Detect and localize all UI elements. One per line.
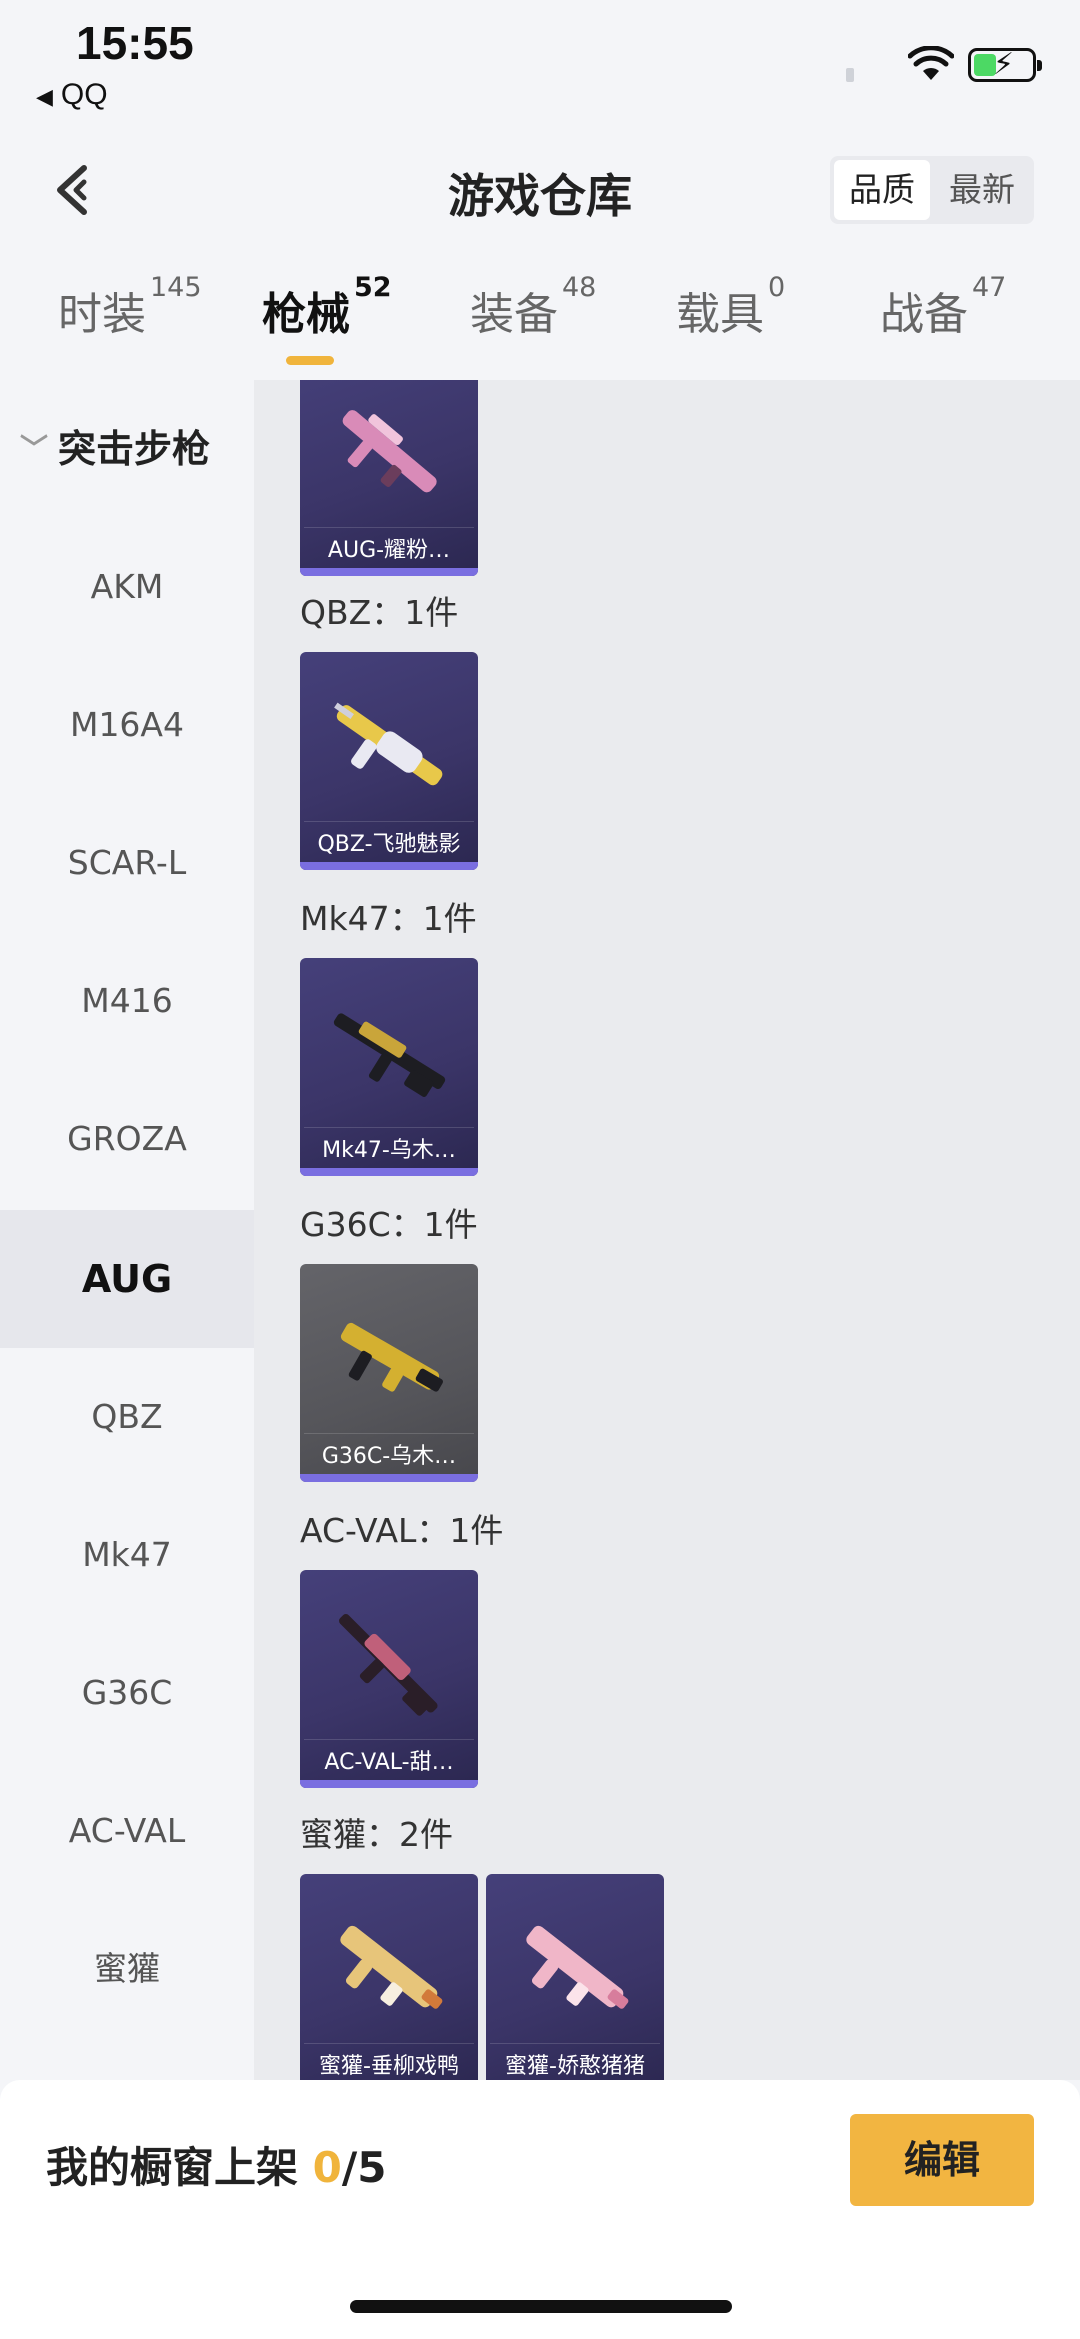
tab-firearms[interactable]: 枪械52 — [262, 272, 392, 342]
signal-icon — [846, 68, 854, 82]
sidebar-item-scar-l[interactable]: SCAR-L — [0, 794, 254, 932]
section-header-honey-badger: 蜜獾：2件 — [300, 1815, 453, 1854]
chevron-down-icon: ﹀ — [20, 432, 49, 465]
tab-supplies[interactable]: 战备47 — [880, 272, 1006, 342]
item-card[interactable]: 蜜獾-垂柳戏鸭 — [300, 1874, 478, 2080]
sort-toggle: 品质 最新 — [830, 156, 1034, 224]
sidebar-item-g36c[interactable]: G36C — [0, 1624, 254, 1762]
category-tabs: 时装145 枪械52 装备48 载具0 战备47 — [0, 272, 1080, 378]
sidebar-item-groza[interactable]: GROZA — [0, 1070, 254, 1208]
sidebar-item-aug[interactable]: AUG — [0, 1210, 254, 1348]
item-name: QBZ-飞驰魅影 — [317, 832, 461, 857]
home-indicator[interactable] — [350, 2300, 732, 2313]
section-header-qbz: QBZ：1件 — [300, 593, 459, 632]
status-bar: 15:55 ◀ QQ ⚡ — [0, 0, 1080, 130]
item-name: AUG-耀粉… — [327, 538, 451, 563]
sidebar-group-assault-rifles[interactable]: ﹀ 突击步枪 — [20, 418, 210, 473]
tab-vehicles[interactable]: 载具0 — [676, 272, 785, 342]
gun-icon — [339, 1614, 438, 1716]
sort-latest-button[interactable]: 最新 — [934, 160, 1030, 220]
tab-equipment[interactable]: 装备48 — [470, 272, 596, 342]
wifi-icon — [908, 46, 954, 80]
back-triangle-icon: ◀ — [36, 84, 53, 109]
edit-button[interactable]: 编辑 — [850, 2114, 1034, 2206]
item-card[interactable]: AC-VAL-甜… — [300, 1570, 478, 1788]
item-card[interactable]: QBZ-飞驰魅影 — [300, 652, 478, 870]
top-nav: 游戏仓库 品质 最新 — [0, 130, 1080, 250]
sidebar-item-honey-badger[interactable]: 蜜獾 — [0, 1900, 254, 2038]
sidebar-item-m16a4[interactable]: M16A4 — [0, 656, 254, 794]
sidebar-item-ac-val[interactable]: AC-VAL — [0, 1762, 254, 1900]
item-card[interactable]: Mk47-乌木… — [300, 958, 478, 1176]
showcase-status: 我的橱窗上架 0/5 — [46, 2143, 387, 2192]
item-name: G36C-乌木… — [321, 1444, 457, 1469]
gun-icon — [526, 1925, 629, 2009]
item-name: 蜜獾-娇憨猪猪 — [505, 2054, 645, 2079]
sidebar-item-m416[interactable]: M416 — [0, 932, 254, 1070]
item-card[interactable]: 蜜獾-娇憨猪猪 — [486, 1874, 664, 2080]
showcase-count: 0 — [312, 2143, 342, 2192]
gun-icon — [340, 1322, 443, 1392]
gun-icon — [340, 1925, 443, 2009]
sort-quality-button[interactable]: 品质 — [834, 160, 930, 220]
gun-icon — [334, 702, 443, 786]
section-header-g36c: G36C：1件 — [300, 1205, 478, 1244]
item-name: 蜜獾-垂柳戏鸭 — [319, 2054, 459, 2079]
item-name: Mk47-乌木… — [322, 1138, 456, 1163]
clock: 15:55 — [76, 17, 194, 69]
sidebar-item-mk47[interactable]: Mk47 — [0, 1486, 254, 1624]
section-header-ac-val: AC-VAL：1件 — [300, 1511, 504, 1550]
sidebar-item-qbz[interactable]: QBZ — [0, 1348, 254, 1486]
item-card[interactable]: G36C-乌木… — [300, 1264, 478, 1482]
sidebar-item-akm[interactable]: AKM — [0, 518, 254, 656]
section-header-mk47: Mk47：1件 — [300, 899, 477, 938]
weapon-list: AUG-耀粉… QBZ：1件 QBZ-飞驰魅影 Mk47：1件 Mk47-乌木…… — [254, 380, 1080, 2080]
back-app-label: QQ — [60, 78, 108, 111]
weapon-sidebar: ﹀ 突击步枪 AKM M16A4 SCAR-L M416 GROZA AUG QB… — [0, 380, 254, 2080]
tab-fashion[interactable]: 时装145 — [58, 272, 202, 342]
item-card[interactable]: AUG-耀粉… — [300, 380, 478, 576]
back-to-app-link[interactable]: ◀ QQ — [36, 78, 108, 112]
battery-icon: ⚡ — [968, 48, 1042, 82]
showcase-bar: 我的橱窗上架 0/5 编辑 — [0, 2080, 1080, 2339]
active-tab-indicator — [286, 356, 334, 365]
item-name: AC-VAL-甜… — [324, 1750, 454, 1775]
gun-icon — [333, 1013, 446, 1097]
gun-icon — [342, 410, 437, 493]
